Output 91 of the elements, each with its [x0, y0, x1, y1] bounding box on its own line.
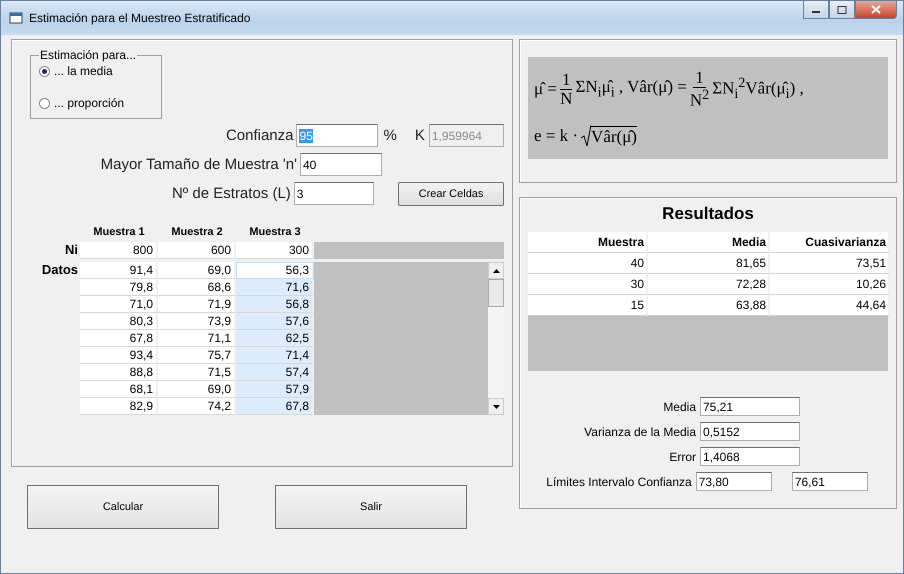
scroll-thumb[interactable] — [488, 279, 504, 307]
column-header: Muestra 1 — [92, 226, 146, 240]
formula-text: e = k · — [534, 126, 578, 146]
column-header: Media — [648, 232, 770, 253]
table-cell: 44,64 — [770, 295, 890, 316]
table-cell[interactable]: 300 — [236, 242, 314, 259]
table-cell[interactable]: 62,5 — [236, 330, 314, 347]
table-cell[interactable]: 79,8 — [80, 279, 158, 296]
table-cell[interactable]: 91,4 — [80, 262, 158, 279]
table-cell[interactable]: 71,5 — [158, 364, 236, 381]
row-label: Ni — [64, 242, 79, 259]
maximize-icon — [837, 6, 847, 14]
formula-text: ΣN$_{i}$μ̂$_{i}$ , Vâr(μ̂) = — [575, 76, 687, 102]
table-cell: 15 — [528, 295, 648, 316]
table-cell[interactable]: 74,2 — [158, 398, 236, 415]
scroll-up-button[interactable] — [488, 262, 504, 279]
window-icon — [9, 12, 23, 24]
results-title: Resultados — [661, 203, 755, 225]
group-title: Estimación para... — [39, 48, 138, 62]
field-label: Mayor Tamaño de Muestra 'n' — [100, 156, 298, 173]
window-title: Estimación para el Muestreo Estratificado — [29, 11, 252, 25]
field-label: Límites Intervalo Confianza — [545, 474, 693, 488]
square-root: Vâr(μ̂) — [581, 125, 637, 148]
table-cell[interactable]: 73,9 — [158, 313, 236, 330]
output-field[interactable]: 1,4068 — [700, 447, 800, 466]
column-header: Muestra 2 — [170, 226, 224, 240]
table-cell[interactable]: 68,6 — [158, 279, 236, 296]
radio-option[interactable]: ... proporción — [39, 96, 153, 110]
fraction: 1 N — [560, 70, 572, 108]
field-label: Confianza — [224, 127, 294, 144]
radical-sign-icon — [581, 125, 592, 148]
table-cell[interactable]: 71,6 — [236, 279, 314, 296]
table-cell[interactable]: 93,4 — [80, 347, 158, 364]
table-cell: 30 — [528, 274, 648, 295]
field-label: K — [414, 127, 425, 144]
table-cell[interactable]: 600 — [158, 242, 236, 259]
table-cell[interactable]: 71,0 — [80, 296, 158, 313]
fraction: 1 N$^{2}$ — [690, 68, 710, 110]
table-cell: 81,65 — [648, 253, 770, 274]
table-cell[interactable]: 75,7 — [158, 347, 236, 364]
table-cell[interactable]: 82,9 — [80, 398, 158, 415]
field-label: Nº de Estratos (L) — [170, 185, 292, 202]
formula-text: μ̂ = — [534, 79, 557, 100]
table-cell[interactable]: 67,8 — [80, 330, 158, 347]
row-label: Datos — [40, 262, 79, 279]
scrollbar[interactable] — [488, 262, 504, 415]
create-cells-button[interactable]: Crear Celdas — [398, 182, 504, 206]
up-arrow-icon — [492, 268, 500, 272]
field-label: Varianza de la Media — [583, 424, 697, 438]
input-field[interactable]: 40 — [300, 153, 382, 176]
formula-text: ΣN$_{i}$$^{2}$Vâr(μ̂$_{i}$) , — [712, 75, 804, 104]
table-cell: 10,26 — [770, 274, 890, 295]
table-cell[interactable]: 71,4 — [236, 347, 314, 364]
column-header: Cuasivarianza — [770, 232, 890, 253]
close-icon — [871, 5, 881, 14]
radio-option[interactable]: ... la media — [39, 64, 153, 78]
minimize-button[interactable] — [803, 1, 829, 19]
table-cell[interactable]: 69,0 — [158, 381, 236, 398]
table-cell[interactable]: 80,3 — [80, 313, 158, 330]
table-cell[interactable]: 56,3 — [236, 262, 314, 279]
table-cell[interactable]: 67,8 — [236, 398, 314, 415]
output-field[interactable]: 0,5152 — [700, 422, 800, 441]
exit-button[interactable]: Salir — [275, 485, 467, 529]
output-field[interactable]: 75,21 — [700, 397, 800, 416]
table-cell[interactable]: 71,1 — [158, 330, 236, 347]
field-label: Media — [662, 400, 697, 414]
scroll-down-button[interactable] — [488, 398, 504, 415]
table-cell[interactable]: 56,8 — [236, 296, 314, 313]
maximize-button[interactable] — [829, 1, 855, 19]
table-cell: 40 — [528, 253, 648, 274]
table-cell[interactable]: 800 — [80, 242, 158, 259]
field-label: Error — [668, 450, 697, 464]
column-header: Muestra — [528, 232, 648, 253]
down-arrow-icon — [492, 404, 500, 408]
table-cell[interactable]: 88,8 — [80, 364, 158, 381]
close-button[interactable] — [855, 1, 897, 19]
table-cell[interactable]: 68,1 — [80, 381, 158, 398]
table-cell: 63,88 — [648, 295, 770, 316]
output-field[interactable]: 76,61 — [792, 472, 868, 491]
output-field[interactable]: 73,80 — [696, 472, 772, 491]
input-field[interactable]: 3 — [294, 182, 374, 205]
table-cell[interactable]: 69,0 — [158, 262, 236, 279]
table-cell: 72,28 — [648, 274, 770, 295]
unit-label: % — [384, 127, 397, 144]
table-cell: 73,51 — [770, 253, 890, 274]
table-cell[interactable]: 71,9 — [158, 296, 236, 313]
table-cell[interactable]: 57,4 — [236, 364, 314, 381]
table-cell[interactable]: 57,6 — [236, 313, 314, 330]
table-cell[interactable]: 57,9 — [236, 381, 314, 398]
calculate-button[interactable]: Calcular — [27, 485, 219, 529]
column-header: Muestra 3 — [248, 226, 302, 240]
